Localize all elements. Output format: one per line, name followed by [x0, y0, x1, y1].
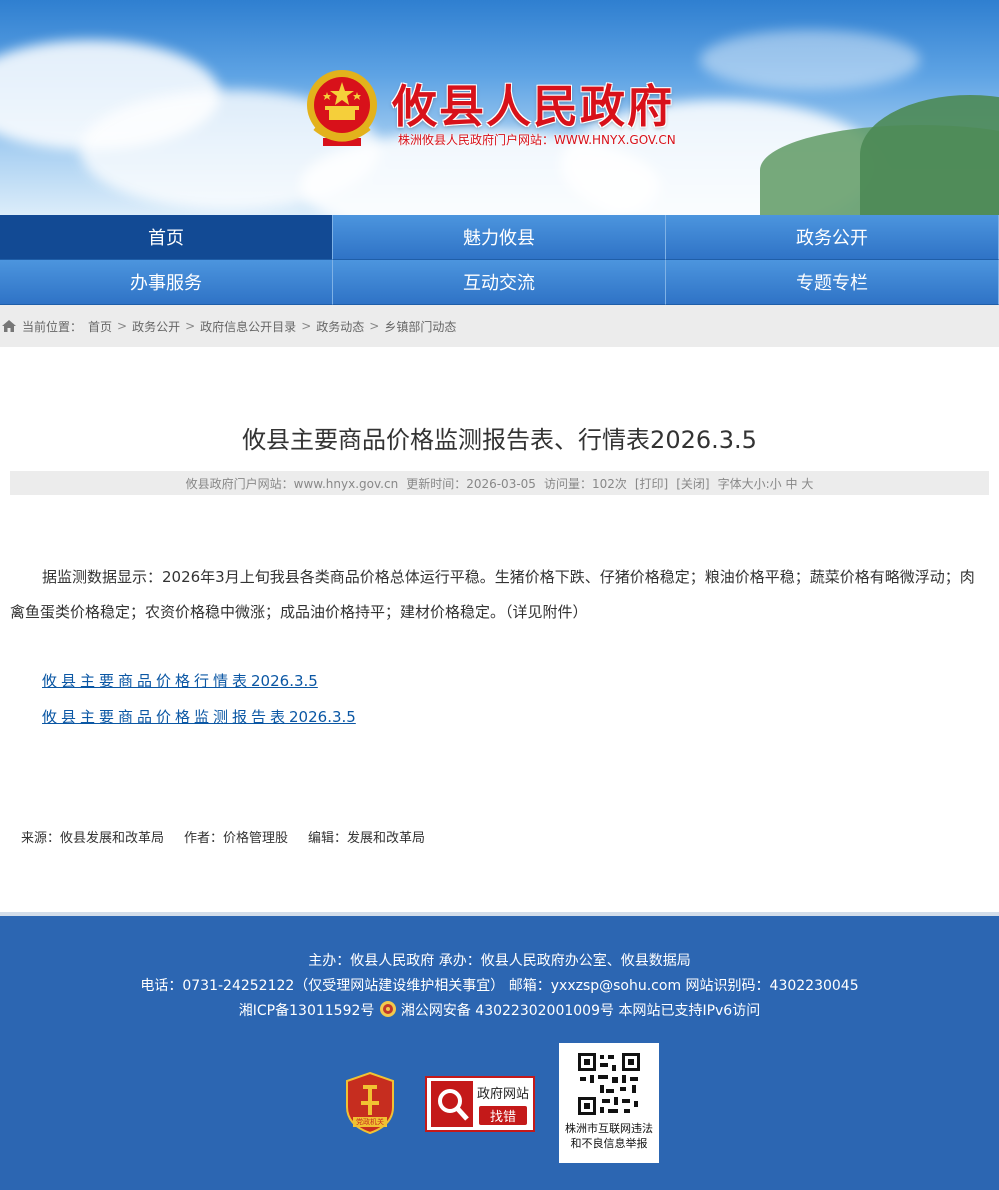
- footer-records: 湘ICP备13011592号 湘公网安备 43022302001009号 本网站…: [0, 1000, 999, 1020]
- site-subtitle: 株洲攸县人民政府门户网站：WWW.HNYX.GOV.CN: [398, 133, 676, 147]
- article-source-info: 来源：攸县发展和改革局 作者：价格管理股 编辑：发展和改革局: [21, 827, 425, 846]
- breadcrumb-gov-affairs[interactable]: 政务公开: [132, 318, 180, 335]
- breadcrumb-separator: >: [117, 319, 128, 333]
- article-author: 作者：价格管理股: [184, 831, 289, 846]
- main-nav: 首页 魅力攸县 政务公开 办事服务 互动交流 专题专栏: [0, 215, 999, 305]
- print-button[interactable]: [打印]: [635, 475, 668, 492]
- breadcrumb-separator: >: [301, 319, 312, 333]
- article-meta: 攸县政府门户网站：www.hnyx.gov.cn 更新时间：2026-03-05…: [10, 471, 989, 495]
- icp-link[interactable]: 湘ICP备13011592号: [239, 1003, 375, 1019]
- nav-item-gov-affairs[interactable]: 政务公开: [666, 215, 999, 260]
- close-button[interactable]: [关闭]: [676, 475, 709, 492]
- breadcrumb-town-dept-news[interactable]: 乡镇部门动态: [384, 318, 456, 335]
- breadcrumb-separator: >: [185, 319, 196, 333]
- footer-sponsor: 主办：攸县人民政府 承办：攸县人民政府办公室、攸县数据局: [308, 953, 691, 969]
- findbug-title: 政府网站: [476, 1087, 529, 1102]
- nav-item-topics[interactable]: 专题专栏: [666, 260, 999, 305]
- header-banner: 攸县人民政府 株洲攸县人民政府门户网站：WWW.HNYX.GOV.CN: [0, 0, 999, 215]
- national-emblem-icon: [307, 70, 377, 146]
- meta-site: 攸县政府门户网站：www.hnyx.gov.cn: [185, 476, 399, 491]
- nav-item-home[interactable]: 首页: [0, 215, 333, 260]
- qr-caption-line2: 和不良信息举报: [570, 1137, 648, 1150]
- home-icon: [2, 320, 16, 332]
- footer: 主办：攸县人民政府 承办：攸县人民政府办公室、攸县数据局 电话：0731-242…: [0, 912, 999, 1190]
- party-badge-label: 党政机关: [356, 1118, 384, 1126]
- font-medium-button[interactable]: 中: [785, 477, 797, 491]
- breadcrumb: 当前位置： 首页 > 政务公开 > 政府信息公开目录 > 政务动态 > 乡镇部门…: [0, 305, 999, 347]
- font-size-label: 字体大小:: [717, 476, 770, 491]
- nav-item-services[interactable]: 办事服务: [0, 260, 333, 305]
- meta-visits: 访问量：102次: [543, 476, 627, 491]
- font-large-button[interactable]: 大: [801, 477, 813, 491]
- breadcrumb-prefix: 当前位置：: [22, 319, 83, 334]
- report-qr-badge[interactable]: 株洲市互联网违法 和不良信息举报: [559, 1043, 659, 1163]
- qr-caption-line1: 株洲市互联网违法: [565, 1122, 653, 1135]
- attachment-date: 2026.3.5: [251, 672, 318, 690]
- font-small-button[interactable]: 小: [770, 477, 782, 491]
- attachment-link-market[interactable]: 攸县主要商品价格行情表2026.3.5: [42, 670, 318, 691]
- findbug-badge[interactable]: 政府网站 找错: [425, 1076, 535, 1132]
- police-badge-icon: [379, 1001, 396, 1017]
- breadcrumb-info-catalog[interactable]: 政府信息公开目录: [200, 318, 296, 335]
- qr-code-icon: [576, 1051, 642, 1117]
- footer-contact: 电话：0731-24252122（仅受理网站建设维护相关事宜） 邮箱：yxxzs…: [140, 978, 859, 994]
- site-title: 攸县人民政府: [392, 80, 675, 133]
- nav-item-interaction[interactable]: 互动交流: [333, 260, 666, 305]
- nav-item-charm[interactable]: 魅力攸县: [333, 215, 666, 260]
- breadcrumb-home[interactable]: 首页: [88, 318, 112, 335]
- font-size-control: 字体大小:小 中 大: [718, 475, 814, 492]
- article-source: 来源：攸县发展和改革局: [21, 831, 165, 846]
- attachment-name: 攸县主要商品价格行情表: [42, 672, 252, 690]
- magnifier-icon: [431, 1081, 473, 1127]
- article-editor: 编辑：发展和改革局: [308, 831, 426, 846]
- article-title: 攸县主要商品价格监测报告表、行情表2026.3.5: [242, 426, 757, 454]
- ipv6-note: 本网站已支持IPv6访问: [618, 1003, 761, 1019]
- attachment-name: 攸县主要商品价格监测报告表: [42, 708, 290, 726]
- attachment-link-report[interactable]: 攸县主要商品价格监测报告表2026.3.5: [42, 706, 356, 727]
- article-body: 据监测数据显示：2026年3月上旬我县各类商品价格总体运行平稳。生猪价格下跌、仔…: [10, 568, 975, 621]
- findbug-action: 找错: [479, 1106, 527, 1125]
- breadcrumb-separator: >: [369, 319, 380, 333]
- party-badge-icon[interactable]: 党政机关: [343, 1071, 397, 1135]
- police-record-link[interactable]: 湘公网安备 43022302001009号: [401, 1003, 614, 1019]
- breadcrumb-gov-news[interactable]: 政务动态: [316, 318, 364, 335]
- meta-updated: 更新时间：2026-03-05: [406, 476, 536, 491]
- attachment-date: 2026.3.5: [289, 708, 356, 726]
